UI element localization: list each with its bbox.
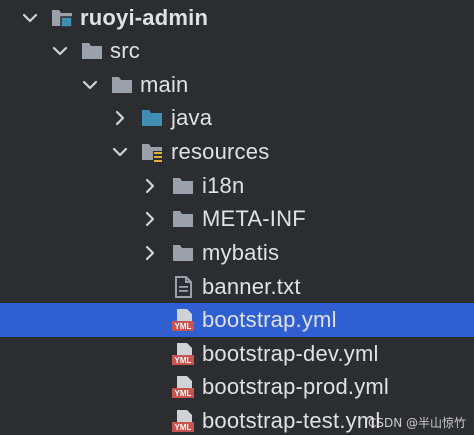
source-folder-icon (142, 110, 162, 126)
tree-node-label: i18n (202, 173, 245, 198)
tree-node-label: META-INF (202, 206, 306, 231)
yml-file-icon: YML (172, 410, 194, 432)
tree-node-bootstrap-prod-yml[interactable]: YML bootstrap-prod.yml (0, 370, 474, 404)
folder-icon (173, 211, 193, 227)
chevron-down-icon[interactable] (20, 8, 40, 28)
project-tree: ruoyi-admin src main java resources i18n… (0, 0, 474, 435)
chevron-down-icon[interactable] (50, 41, 70, 61)
tree-node-label: bootstrap.yml (202, 307, 337, 332)
tree-node-label: mybatis (202, 240, 280, 265)
chevron-right-icon[interactable] (140, 243, 160, 263)
tree-node-label: main (140, 72, 189, 97)
svg-text:YML: YML (175, 423, 192, 432)
chevron-down-icon[interactable] (110, 142, 130, 162)
resources-folder-icon (142, 144, 163, 162)
yml-file-icon: YML (172, 376, 194, 398)
tree-node-resources[interactable]: resources (0, 135, 474, 169)
tree-node-i18n[interactable]: i18n (0, 169, 474, 203)
svg-text:YML: YML (175, 389, 192, 398)
tree-node-src[interactable]: src (0, 34, 474, 68)
chevron-right-icon[interactable] (140, 176, 160, 196)
tree-node-label: src (110, 38, 140, 63)
tree-node-label: resources (171, 139, 270, 164)
module-folder-icon (52, 10, 73, 28)
chevron-right-icon[interactable] (110, 108, 130, 128)
svg-text:YML: YML (175, 356, 192, 365)
tree-node-bootstrap-yml[interactable]: YML bootstrap.yml (0, 303, 474, 337)
folder-icon (82, 43, 102, 59)
folder-icon (173, 245, 193, 261)
tree-node-label: ruoyi-admin (80, 5, 209, 30)
tree-node-banner-txt[interactable]: banner.txt (0, 270, 474, 304)
tree-node-main[interactable]: main (0, 68, 474, 102)
yml-file-icon: YML (172, 343, 194, 365)
folder-icon (112, 77, 132, 93)
svg-text:YML: YML (175, 322, 192, 331)
watermark: CSDN @半山惊竹 (367, 416, 466, 430)
tree-node-label: bootstrap-test.yml (202, 408, 381, 433)
folder-icon (173, 178, 193, 194)
chevron-down-icon[interactable] (80, 75, 100, 95)
tree-node-label: banner.txt (202, 274, 301, 299)
tree-node-label: bootstrap-prod.yml (202, 374, 390, 399)
tree-node-ruoyi-admin[interactable]: ruoyi-admin (0, 1, 474, 35)
tree-node-label: java (171, 105, 213, 130)
chevron-right-icon[interactable] (140, 209, 160, 229)
tree-node-meta-inf[interactable]: META-INF (0, 202, 474, 236)
yml-file-icon: YML (172, 309, 194, 331)
tree-node-bootstrap-dev-yml[interactable]: YML bootstrap-dev.yml (0, 337, 474, 371)
tree-node-label: bootstrap-dev.yml (202, 341, 379, 366)
tree-node-java[interactable]: java (0, 101, 474, 135)
text-file-icon (175, 276, 192, 298)
tree-node-mybatis[interactable]: mybatis (0, 236, 474, 270)
